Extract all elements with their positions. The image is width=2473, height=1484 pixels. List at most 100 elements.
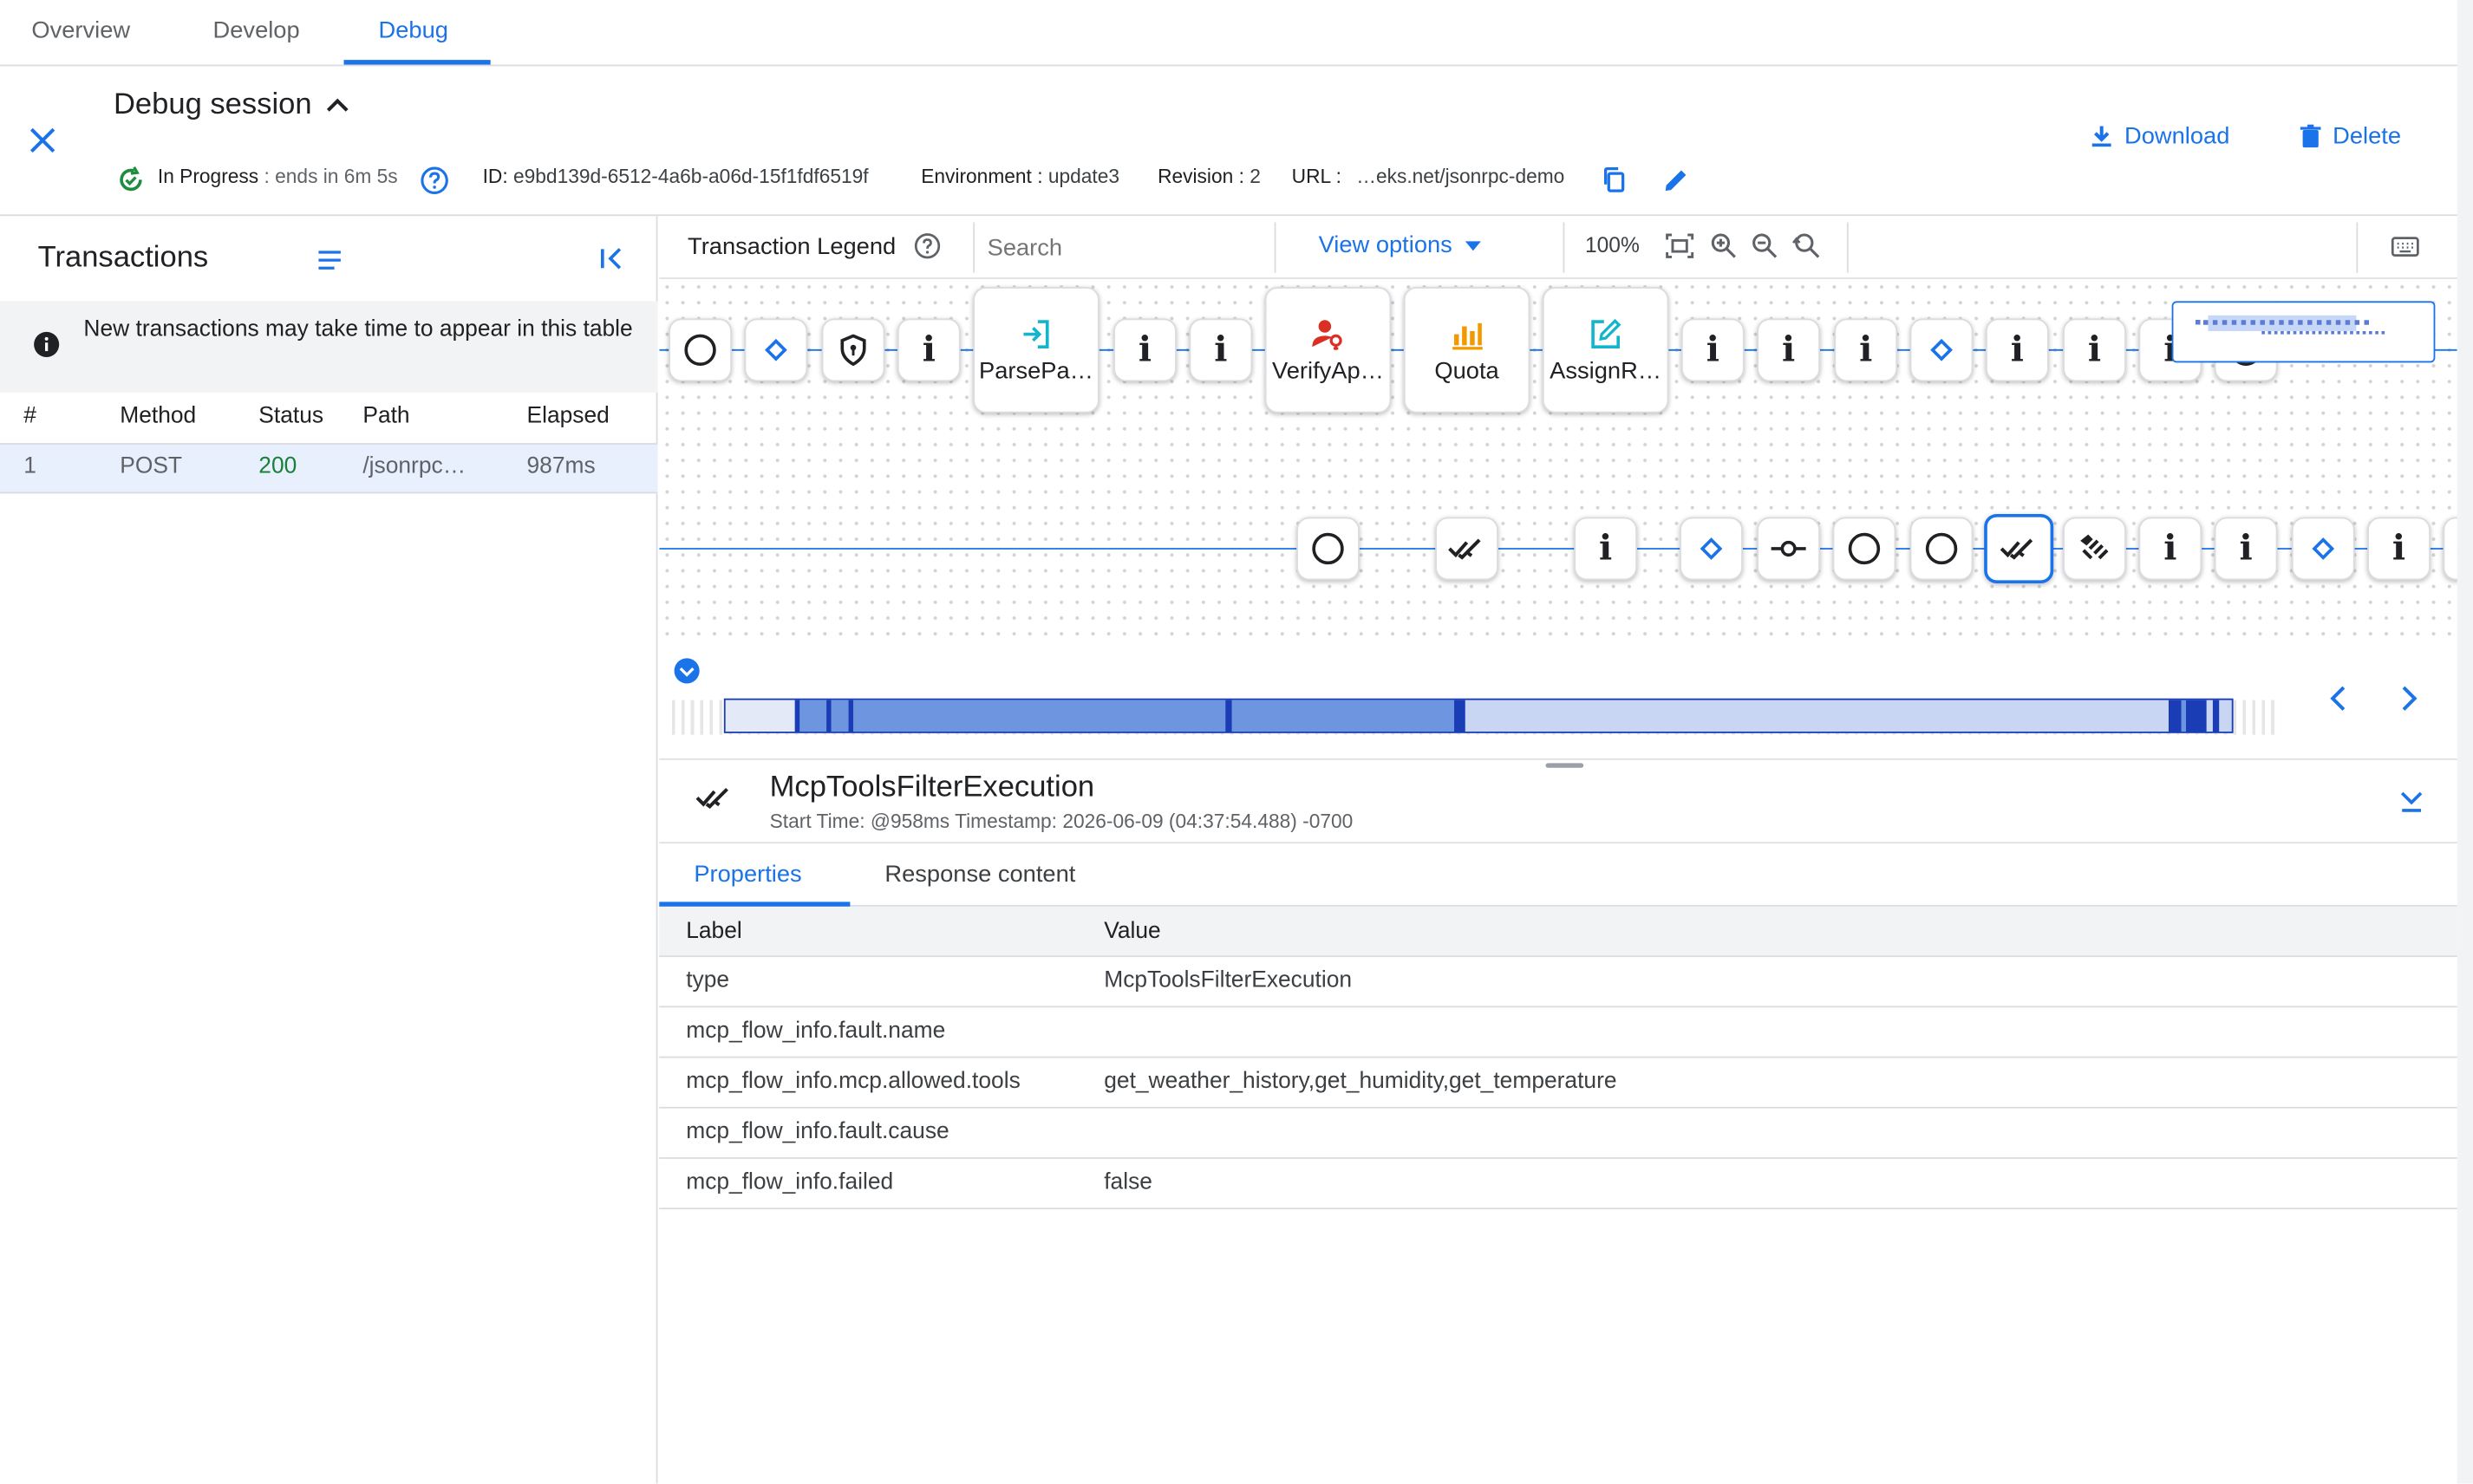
download-button[interactable]: Download [2088, 123, 2229, 150]
properties-table-header: Label Value [659, 906, 2457, 958]
chevron-up-icon [326, 98, 349, 112]
transaction-legend[interactable]: Transaction Legend [688, 233, 896, 260]
tab-debug[interactable]: Debug [379, 17, 448, 44]
row-method: POST [120, 453, 183, 479]
in-progress-icon [117, 166, 146, 194]
legend-help-icon[interactable] [913, 231, 942, 260]
selected-double-check-node[interactable] [1984, 513, 2054, 583]
assign-policy-node[interactable]: AssignR… [1542, 287, 1669, 413]
bar-chart-icon [1452, 322, 1483, 349]
prop-label: mcp_flow_info.mcp.allowed.tools [686, 1069, 1021, 1095]
info-step-node[interactable]: i [2214, 517, 2278, 581]
info-step-node[interactable]: i [1985, 318, 2049, 382]
info-step-node[interactable]: i [2138, 517, 2202, 581]
info-step-node[interactable]: i [1574, 517, 1638, 581]
prop-value: McpToolsFilterExecution [1104, 967, 1353, 993]
info-step-node[interactable]: i [2063, 318, 2126, 382]
flow-start-node[interactable] [1832, 517, 1896, 581]
detail-tabs: Properties Response content [659, 845, 2457, 907]
info-step-node[interactable]: i [897, 318, 961, 382]
minimap-flow-top [2195, 320, 2369, 325]
col-label: Label [686, 919, 742, 945]
zoom-out-icon[interactable] [1751, 231, 1779, 260]
tab-overview[interactable]: Overview [31, 17, 130, 44]
search-input[interactable] [987, 225, 1272, 270]
previous-icon[interactable] [2326, 684, 2352, 713]
commit-node[interactable] [1757, 517, 1821, 581]
info-step-node[interactable]: i [1757, 318, 1821, 382]
check-circle-icon[interactable] [674, 657, 701, 684]
session-revision: Revision : 2 [1158, 165, 1261, 188]
info-step-node[interactable]: i [1834, 318, 1898, 382]
row-status: 200 [258, 453, 297, 479]
toolbar-divider [2356, 222, 2359, 273]
prop-value: false [1104, 1169, 1152, 1195]
flow-toolbar: Transaction Legend View options 100% [659, 216, 2457, 279]
keyboard-icon[interactable] [2391, 237, 2419, 257]
view-options-dropdown[interactable]: View options [1319, 231, 1481, 258]
info-step-node[interactable]: i [2443, 517, 2457, 581]
flow-condition-node[interactable] [2291, 517, 2355, 581]
table-row: mcp_flow_info.failed false [659, 1159, 2457, 1210]
col-elapsed: Elapsed [526, 403, 610, 429]
download-icon [2091, 126, 2111, 147]
table-row: type McpToolsFilterExecution [659, 957, 2457, 1008]
tab-properties[interactable]: Properties [694, 861, 801, 888]
edit-note-icon [1591, 317, 1621, 348]
quota-policy-node[interactable]: Quota [1403, 287, 1530, 413]
info-step-node[interactable]: i [1680, 318, 1745, 382]
col-path: Path [362, 403, 410, 429]
page-scrollbar[interactable] [2457, 0, 2473, 1484]
flow-condition-node[interactable] [1680, 517, 1743, 581]
info-step-node[interactable]: i [1113, 318, 1177, 382]
minimap-flow-bottom [2261, 330, 2385, 335]
mcp-node[interactable] [2063, 517, 2126, 581]
session-title-row[interactable]: Debug session [114, 88, 353, 123]
flow-start-node[interactable] [1296, 517, 1360, 581]
double-check-node[interactable] [1435, 517, 1498, 581]
prop-label: mcp_flow_info.fault.cause [686, 1119, 949, 1145]
flow-minimap[interactable] [2171, 301, 2436, 363]
row-path: /jsonrpc… [362, 453, 467, 479]
prop-label: mcp_flow_info.failed [686, 1169, 894, 1195]
col-method: Method [120, 403, 197, 429]
prop-label: mcp_flow_info.fault.name [686, 1019, 946, 1045]
col-value: Value [1104, 919, 1161, 945]
flow-condition-node[interactable] [1909, 318, 1974, 382]
detail-subtitle: Start Time: @958ms Timestamp: 2026-06-09… [769, 810, 1354, 833]
next-icon[interactable] [2396, 684, 2421, 713]
copy-icon[interactable] [1601, 166, 1629, 194]
table-row: mcp_flow_info.mcp.allowed.tools get_weath… [659, 1058, 2457, 1109]
transactions-notice: New transactions may take time to appear… [0, 301, 658, 393]
collapse-panel-icon[interactable] [597, 244, 626, 273]
flow-start-node[interactable] [669, 318, 732, 382]
flow-start-node[interactable] [1909, 517, 1974, 581]
session-id: ID: e9bd139d-6512-4a6b-a06d-15f1fdf6519f [482, 165, 869, 188]
notice-text: New transactions may take time to appear… [83, 316, 633, 342]
close-icon[interactable] [25, 123, 60, 158]
info-step-node[interactable]: i [2367, 517, 2431, 581]
session-environment: Environment : update3 [921, 165, 1120, 188]
row-elapsed: 987ms [526, 453, 596, 479]
detail-title: McpToolsFilterExecution [769, 771, 1095, 804]
collapse-detail-icon[interactable] [2398, 787, 2426, 816]
security-policy-node[interactable] [821, 318, 885, 382]
fit-screen-icon[interactable] [1666, 233, 1694, 258]
zoom-in-icon[interactable] [1710, 231, 1739, 260]
verify-policy-node[interactable]: VerifyAp… [1264, 287, 1392, 413]
transactions-header: Transactions [0, 216, 657, 301]
edit-icon[interactable] [1662, 166, 1691, 194]
tab-develop[interactable]: Develop [213, 17, 300, 44]
toolbar-divider [973, 222, 975, 273]
timeline-bar[interactable] [723, 698, 2234, 733]
info-step-node[interactable]: i [1189, 318, 1253, 382]
filter-list-icon[interactable] [316, 248, 344, 273]
zoom-reset-icon[interactable] [1791, 231, 1820, 260]
flow-condition-node[interactable] [744, 318, 808, 382]
delete-button[interactable]: Delete [2298, 123, 2401, 150]
parse-policy-node[interactable]: ParsePa… [973, 287, 1099, 413]
tab-response-content[interactable]: Response content [884, 861, 1075, 888]
help-icon[interactable] [420, 166, 450, 196]
info-icon [33, 331, 60, 358]
table-row: mcp_flow_info.fault.cause [659, 1109, 2457, 1159]
